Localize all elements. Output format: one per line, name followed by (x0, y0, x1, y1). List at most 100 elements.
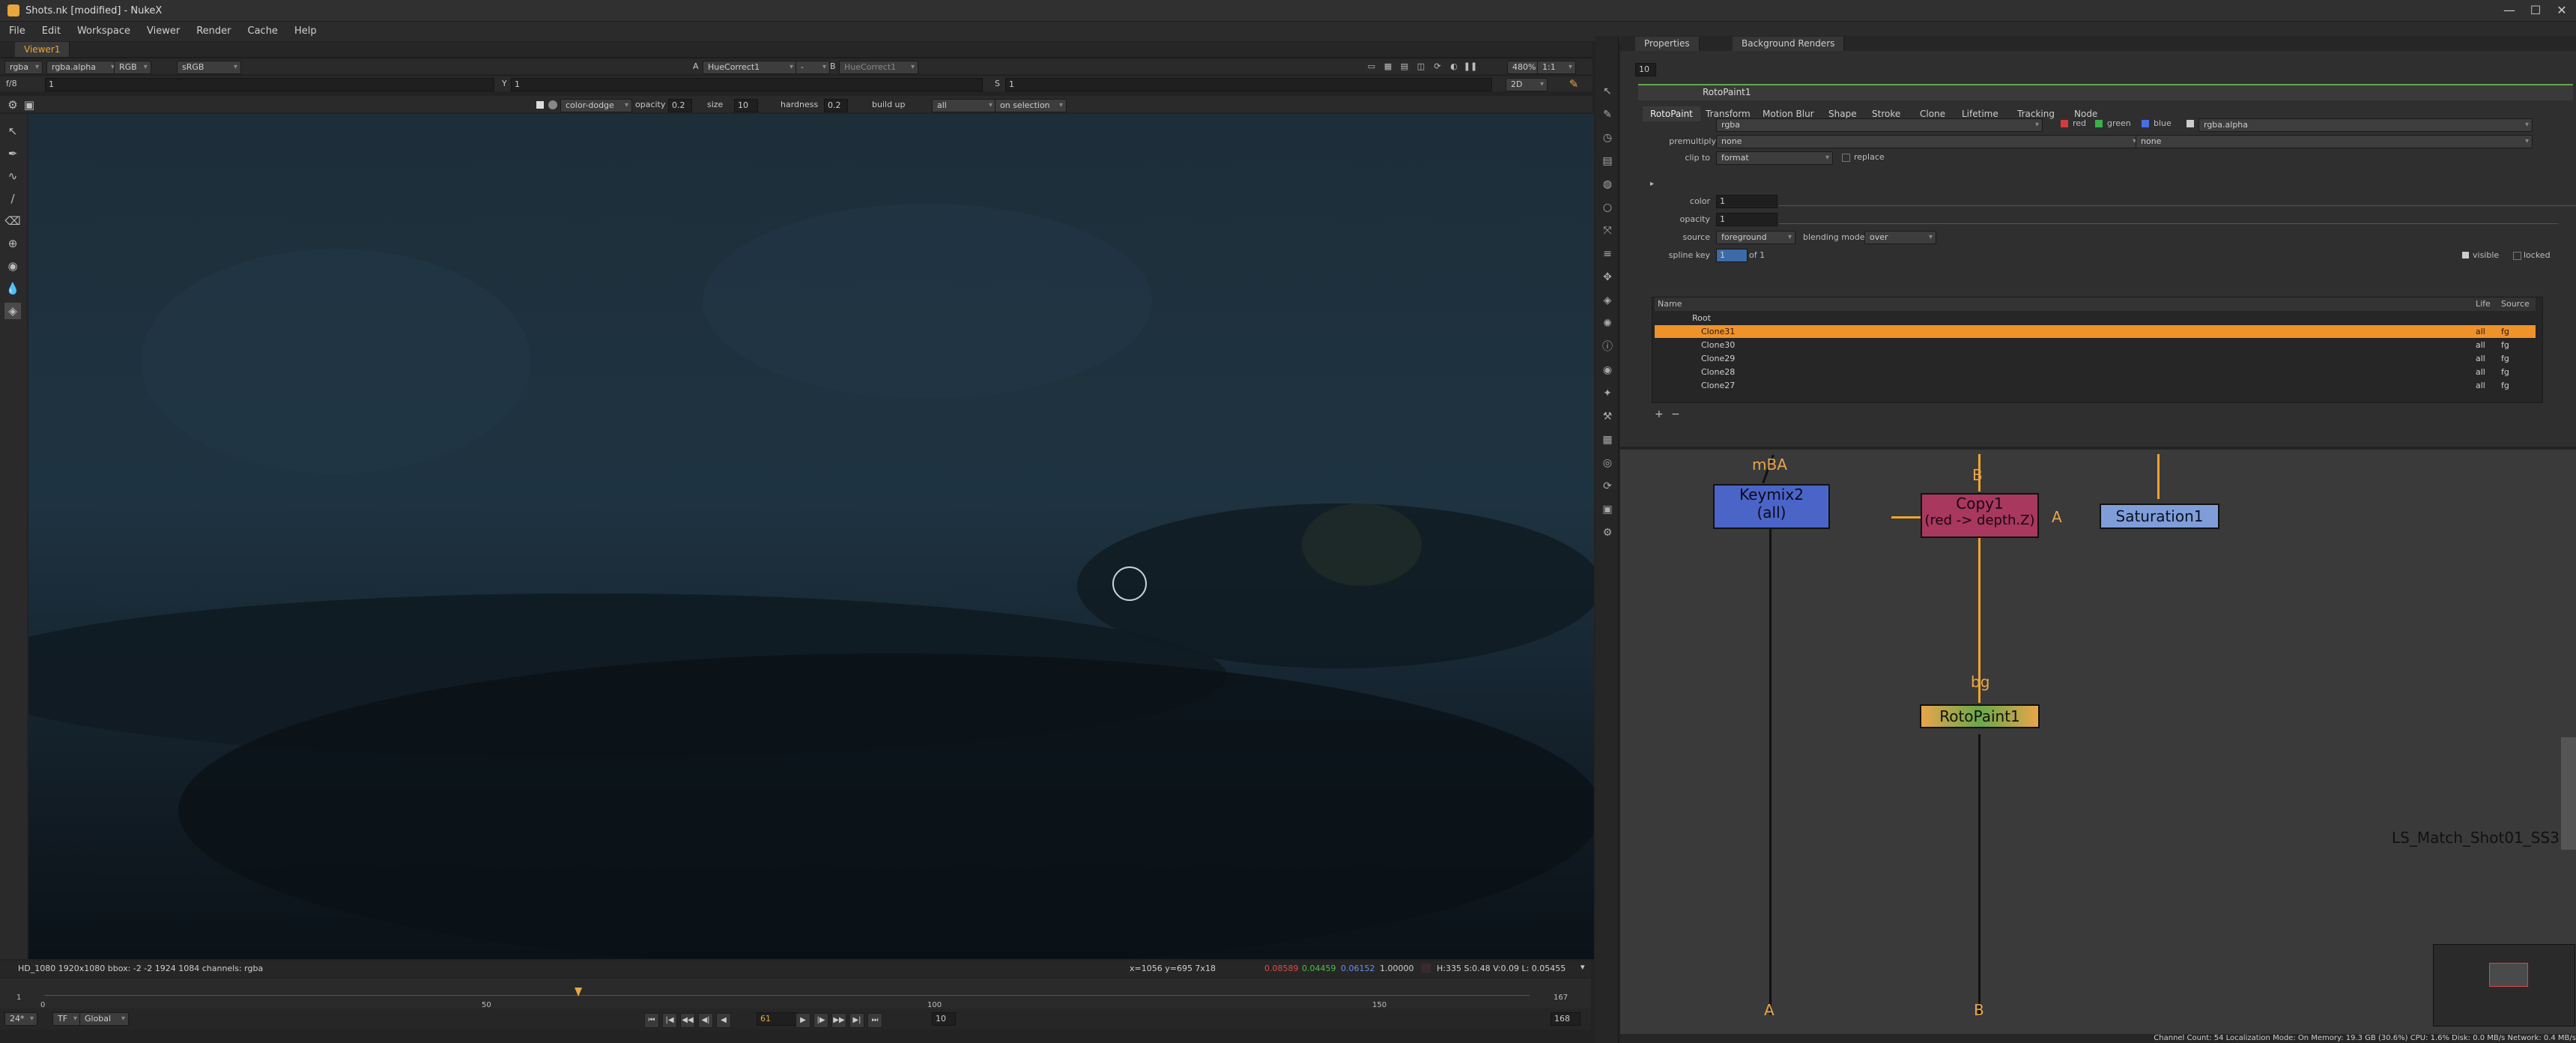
increment-field[interactable]: 10 (932, 1012, 956, 1026)
view-mode-dropdown[interactable]: 2D (1506, 78, 1548, 91)
camera-icon[interactable]: ▣ (1600, 502, 1615, 517)
play-forward-button[interactable]: ▶ (795, 1013, 810, 1028)
blending-mode-dropdown[interactable]: over (1864, 231, 1936, 244)
next-frame-button[interactable]: |▶ (813, 1013, 828, 1028)
status-menu-icon[interactable]: ▾ (1581, 962, 1585, 972)
visible-checkbox[interactable] (2462, 252, 2469, 259)
prev-key-button[interactable]: |◀ (662, 1013, 677, 1028)
eraser-tool-icon[interactable]: ⌫ (4, 213, 21, 229)
spline-key-field[interactable]: 1 (1716, 249, 1748, 262)
clock-icon[interactable]: ◷ (1600, 130, 1615, 145)
grid-icon[interactable]: ▦ (1380, 58, 1396, 75)
last-frame-button[interactable]: ⏭ (867, 1013, 882, 1028)
pencil-icon[interactable]: ✎ (1600, 107, 1615, 122)
minimize-button[interactable]: — (2494, 2, 2524, 19)
blur-tool-icon[interactable]: ◉ (4, 258, 21, 274)
last-frame-field[interactable]: 168 (1551, 1012, 1581, 1026)
back-increment-button[interactable]: ◀◀ (680, 1013, 695, 1028)
hardness-field[interactable]: 0.2 (824, 99, 848, 112)
input-b-dropdown[interactable]: HueCorrect1 (839, 61, 918, 74)
premultiply-dropdown[interactable]: none (1716, 135, 2140, 148)
settings-icon[interactable]: ⚙ (1600, 525, 1615, 540)
curve-root-row[interactable]: Root (1655, 312, 2536, 324)
target-dropdown[interactable]: all (932, 99, 996, 112)
select-icon[interactable]: ↖ (1600, 84, 1615, 99)
scope-dropdown[interactable]: Global (79, 1012, 129, 1026)
locked-checkbox[interactable] (2513, 252, 2521, 260)
input-a-extra-dropdown[interactable]: - (795, 61, 830, 74)
paint-brush-icon[interactable]: ✎ (1566, 76, 1582, 92)
settings-icon[interactable]: ⚙ (4, 97, 21, 113)
source-dropdown[interactable]: foreground (1716, 231, 1795, 244)
copy1-node[interactable]: Copy1 (red -> depth.Z) (1921, 493, 2039, 538)
table-row[interactable]: Clone28 all fg (1655, 366, 2536, 378)
opacity-prop-field[interactable]: 1 (1716, 213, 1778, 226)
replace-checkbox[interactable] (1842, 154, 1850, 162)
pause-icon[interactable]: ❚❚ (1462, 58, 1479, 75)
saturation1-node[interactable]: Saturation1 (2100, 504, 2219, 529)
pen-tool-icon[interactable]: ✒ (4, 145, 21, 162)
add-curve-button[interactable]: + (1655, 408, 1664, 420)
table-row[interactable]: Clone31 all fg (1655, 325, 2536, 338)
output-dropdown[interactable]: rgba (1716, 118, 2043, 132)
color-slider[interactable] (1779, 196, 2576, 206)
menu-cache[interactable]: Cache (239, 22, 285, 37)
column-life[interactable]: Life (2476, 297, 2491, 311)
rotopaint1-node[interactable]: RotoPaint1 (1920, 704, 2040, 728)
roi-icon[interactable]: ▭ (1363, 58, 1380, 75)
color-icon[interactable]: ◍ (1600, 177, 1615, 192)
saturation-field[interactable]: 1 (1005, 78, 1492, 91)
fps-dropdown[interactable]: 24* (4, 1012, 37, 1026)
camera-icon[interactable]: ▣ (21, 97, 37, 113)
clip-to-dropdown[interactable]: format (1716, 151, 1833, 165)
dodge-burn-tool-icon[interactable]: ◈ (4, 303, 21, 319)
menu-file[interactable]: File (0, 22, 33, 37)
particle-icon[interactable]: ✺ (1600, 316, 1615, 331)
tf-dropdown[interactable]: TF (52, 1012, 81, 1026)
menu-viewer[interactable]: Viewer (138, 22, 187, 37)
node-tab-rotopaint[interactable]: RotoPaint (1643, 106, 1700, 121)
sync-icon[interactable]: ⟳ (1600, 479, 1615, 494)
fstop-field[interactable]: 1 (45, 78, 494, 91)
cube-icon[interactable]: ◈ (1600, 293, 1615, 308)
menu-edit[interactable]: Edit (33, 22, 68, 37)
colorspace-dropdown[interactable]: sRGB (177, 61, 241, 74)
menu-workspace[interactable]: Workspace (68, 22, 138, 37)
keymix2-node[interactable]: Keymix2 (all) (1713, 484, 1830, 529)
ratio-dropdown[interactable]: 1:1 (1537, 61, 1576, 74)
prev-frame-button[interactable]: ◀| (698, 1013, 713, 1028)
max-panels-field[interactable]: 10 (1635, 63, 1656, 76)
menu-help[interactable]: Help (285, 22, 324, 37)
forward-increment-button[interactable]: ▶▶ (831, 1013, 846, 1028)
minimap[interactable] (2433, 944, 2575, 1027)
minimap-viewport[interactable] (2489, 963, 2528, 987)
tab-background-renders[interactable]: Background Renders (1733, 37, 1845, 51)
stack-icon[interactable]: ≡ (1600, 247, 1615, 261)
channel-dropdown[interactable]: rgba.alpha (46, 61, 118, 74)
opacity-slider[interactable] (1779, 214, 2558, 224)
first-frame-button[interactable]: ⏮ (644, 1013, 659, 1028)
menu-render[interactable]: Render (187, 22, 238, 37)
current-frame-field[interactable]: 61 (757, 1012, 797, 1026)
info-icon[interactable]: ⓘ (1600, 339, 1615, 354)
grid-icon[interactable]: ▦ (1600, 432, 1615, 447)
remove-curve-button[interactable]: − (1671, 408, 1680, 420)
bezier-tool-icon[interactable]: ∿ (4, 168, 21, 184)
table-row[interactable]: Clone29 all fg (1655, 352, 2536, 365)
eye-icon[interactable]: ◉ (1600, 363, 1615, 378)
size-field[interactable]: 10 (734, 99, 758, 112)
color-field[interactable]: 1 (1716, 195, 1778, 208)
gamma-field[interactable]: 1 (511, 78, 983, 91)
play-backward-button[interactable]: ◀ (716, 1013, 731, 1028)
table-row[interactable]: Clone30 all fg (1655, 339, 2536, 351)
layers-icon[interactable]: ▤ (1600, 154, 1615, 169)
buildup-label[interactable]: build up (872, 99, 906, 111)
column-name[interactable]: Name (1658, 297, 1682, 311)
backdrop-label[interactable]: LS_Match_Shot01_SS3 (2392, 829, 2560, 847)
color-swatch[interactable] (536, 101, 544, 109)
node-graph[interactable]: mBA Keymix2 (all) B Copy1 (red -> depth.… (1620, 450, 2576, 1034)
tag-icon[interactable]: ✦ (1600, 386, 1615, 401)
globe-icon[interactable]: ◎ (1600, 456, 1615, 471)
alpha-channel-dropdown[interactable]: rgba.alpha (2198, 118, 2533, 132)
blue-checkbox[interactable] (2142, 120, 2149, 127)
